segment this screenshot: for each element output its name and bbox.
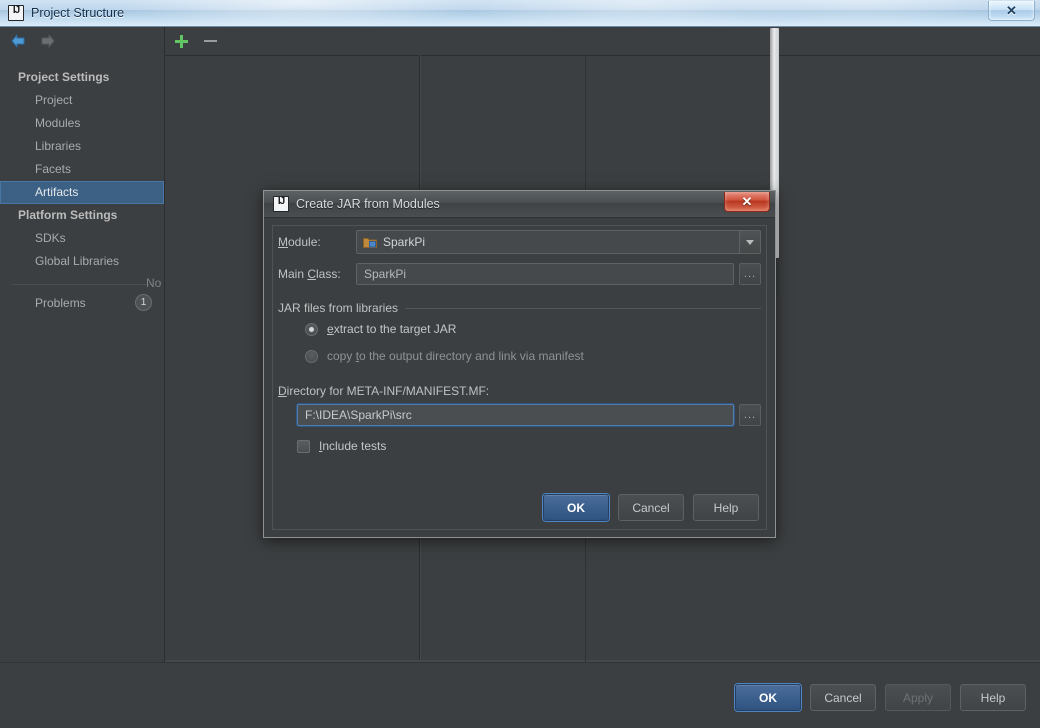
module-value: SparkPi <box>383 235 426 249</box>
nav-group-project-settings: Project Settings <box>18 70 110 84</box>
radio-copy-label: copy to the output directory and link vi… <box>327 349 584 363</box>
module-combobox[interactable]: SparkPi <box>356 230 761 254</box>
project-structure-window: Project Structure ✕ Project Settings Pro… <box>0 0 1040 728</box>
sidebar-item-problems[interactable]: Problems 1 <box>0 285 164 314</box>
dialog-help-button[interactable]: Help <box>693 494 759 521</box>
settings-nav-list: Project Settings Project Modules Librari… <box>0 55 164 314</box>
module-label-rest: odule: <box>288 235 321 249</box>
sidebar-item-project[interactable]: Project <box>0 89 164 112</box>
main-class-row: Main Class: SparkPi ... <box>278 263 761 285</box>
main-class-browse-button[interactable]: ... <box>739 263 761 285</box>
dialog-cancel-button[interactable]: Cancel <box>618 494 684 521</box>
module-folder-icon <box>363 236 377 249</box>
dialog-close-button[interactable]: ✕ <box>724 192 770 212</box>
nav-group-platform-settings: Platform Settings <box>18 208 118 222</box>
empty-list-message: No <box>146 276 162 290</box>
include-tests-rest: nclude tests <box>322 439 387 453</box>
window-button-bar: OK Cancel Apply Help <box>0 662 1040 728</box>
radio-copy-rest: o the output directory and link via mani… <box>359 349 584 363</box>
include-tests-label: Include tests <box>319 439 386 453</box>
jar-files-group-label: JAR files from libraries <box>278 301 399 315</box>
main-class-label: Main Class: <box>278 267 356 281</box>
dialog-ok-button[interactable]: OK <box>543 494 609 521</box>
manifest-directory-label: Directory for META-INF/MANIFEST.MF: <box>278 384 761 398</box>
window-close-button[interactable]: ✕ <box>988 1 1035 21</box>
manifest-directory-mnemonic: D <box>278 384 287 398</box>
intellij-idea-logo-icon <box>8 5 24 21</box>
radio-extract-to-target-jar[interactable]: extract to the target JAR <box>305 322 761 336</box>
dialog-titlebar: Create JAR from Modules ✕ <box>264 191 775 218</box>
jar-files-group-title: JAR files from libraries <box>278 301 761 315</box>
dialog-title: Create JAR from Modules <box>296 197 440 211</box>
back-arrow-icon[interactable] <box>10 33 28 49</box>
settings-sidebar: Project Settings Project Modules Librari… <box>0 27 165 662</box>
radio-copy-pre: copy <box>327 349 356 363</box>
dialog-body: Module: SparkPi Main Class: SparkPi ... … <box>264 218 775 537</box>
close-icon: ✕ <box>1006 3 1017 18</box>
main-class-label-mnemonic: C <box>307 267 317 281</box>
sidebar-navigation-bar <box>0 27 164 55</box>
radio-extract-rest: xtract to the target JAR <box>333 322 457 336</box>
ok-button[interactable]: OK <box>735 684 801 711</box>
window-title: Project Structure <box>31 6 125 20</box>
artifacts-toolbar <box>165 27 1040 55</box>
include-tests-row[interactable]: Include tests <box>278 439 761 453</box>
problems-count-badge: 1 <box>135 294 152 311</box>
include-tests-checkbox[interactable] <box>297 439 310 453</box>
window-titlebar: Project Structure ✕ <box>0 0 1040 27</box>
manifest-directory-rest: irectory for META-INF/MANIFEST.MF: <box>286 384 490 398</box>
sidebar-item-label: Problems <box>35 295 86 310</box>
radio-copy-to-output-directory[interactable]: copy to the output directory and link vi… <box>305 349 761 363</box>
minus-icon[interactable] <box>202 33 218 49</box>
close-icon: ✕ <box>741 194 753 209</box>
manifest-directory-browse-button[interactable]: ... <box>739 404 761 426</box>
intellij-idea-logo-icon <box>273 196 289 212</box>
cancel-button[interactable]: Cancel <box>810 684 876 711</box>
module-label: Module: <box>278 235 356 249</box>
radio-extract-mnemonic: e <box>327 322 334 336</box>
apply-button: Apply <box>885 684 951 711</box>
create-jar-from-modules-dialog: Create JAR from Modules ✕ Module: SparkP… <box>263 190 776 538</box>
main-class-label-rest: lass: <box>316 267 341 281</box>
sidebar-item-sdks[interactable]: SDKs <box>0 227 164 250</box>
module-label-mnemonic: M <box>278 235 288 249</box>
chevron-down-icon[interactable] <box>739 231 760 253</box>
plus-icon[interactable] <box>173 33 189 49</box>
radio-button-unselected-icon[interactable] <box>305 349 318 363</box>
help-button[interactable]: Help <box>960 684 1026 711</box>
radio-button-selected-icon[interactable] <box>305 322 318 336</box>
main-class-input[interactable]: SparkPi <box>356 263 734 285</box>
forward-arrow-icon[interactable] <box>38 33 56 49</box>
manifest-directory-row: F:\IDEA\SparkPi\src ... <box>278 404 761 426</box>
group-separator-line <box>405 307 761 309</box>
sidebar-item-libraries[interactable]: Libraries <box>0 135 164 158</box>
main-class-label-pre: Main <box>278 267 308 281</box>
radio-extract-label: extract to the target JAR <box>327 322 456 336</box>
sidebar-item-facets[interactable]: Facets <box>0 158 164 181</box>
manifest-directory-input[interactable]: F:\IDEA\SparkPi\src <box>297 404 734 426</box>
dialog-button-bar: OK Cancel Help <box>543 494 759 521</box>
sidebar-item-modules[interactable]: Modules <box>0 112 164 135</box>
module-row: Module: SparkPi <box>278 230 761 254</box>
sidebar-item-artifacts[interactable]: Artifacts <box>0 181 164 204</box>
sidebar-item-global-libraries[interactable]: Global Libraries <box>0 250 164 273</box>
